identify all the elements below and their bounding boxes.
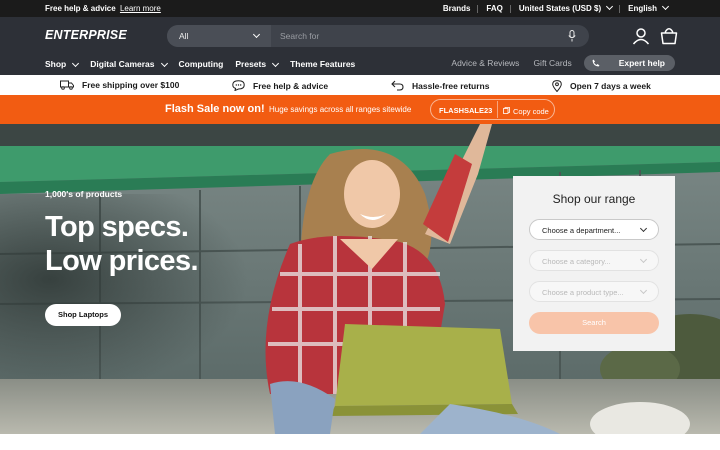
currency-selector[interactable]: United States (USD $) xyxy=(511,2,621,13)
hero-banner: 1,000's of products Top specs. Low price… xyxy=(0,124,720,434)
return-arrow-icon xyxy=(391,80,404,91)
usp-label: Free help & advice xyxy=(253,80,329,91)
range-search-button[interactable]: Search xyxy=(529,312,659,334)
search-category-select[interactable]: All xyxy=(167,25,271,47)
department-label: Choose a department... xyxy=(542,226,621,235)
expert-help-button[interactable]: Expert help xyxy=(583,55,675,71)
gift-cards-link[interactable]: Gift Cards xyxy=(533,58,571,68)
usp-label: Hassle-free returns xyxy=(412,80,490,91)
nav-item-digital-cameras[interactable]: Digital Cameras xyxy=(90,59,168,69)
chat-icon xyxy=(232,80,245,91)
location-pin-icon xyxy=(552,80,562,92)
page-below-hero xyxy=(0,434,720,450)
nav-item-presets[interactable]: Presets xyxy=(235,59,280,69)
nav-label: Computing xyxy=(178,59,224,69)
nav-item-shop[interactable]: Shop xyxy=(45,59,80,69)
usp-label: Open 7 days a week xyxy=(570,81,651,91)
currency-label: United States (USD $) xyxy=(518,4,602,13)
main-nav: Shop Digital Cameras Computing Presets T… xyxy=(45,59,367,69)
expert-help-label: Expert help xyxy=(618,58,665,68)
headline-line-1: Top specs. xyxy=(45,211,189,243)
language-label: English xyxy=(628,4,657,13)
chevron-down-icon xyxy=(72,59,80,67)
usp-item-shipping: Free shipping over $100 xyxy=(60,80,179,90)
learn-more-link[interactable]: Learn more xyxy=(120,4,161,13)
usp-bar: Free shipping over $100 Free help & advi… xyxy=(0,75,720,95)
product-count: 1,000's of products xyxy=(45,189,123,199)
chevron-down-icon xyxy=(606,2,614,11)
top-utility-bar: Free help & advice Learn more Brands FAQ… xyxy=(0,0,720,17)
discount-code-box: FLASHSALE23 Copy code xyxy=(430,99,555,120)
flash-sale-subtitle: Huge savings across all ranges sitewide xyxy=(269,105,412,114)
product-type-label: Choose a product type... xyxy=(542,288,624,297)
search-input[interactable] xyxy=(280,25,550,47)
secondary-nav: Advice & Reviews Gift Cards Expert help xyxy=(437,55,675,71)
usp-label: Free shipping over $100 xyxy=(82,80,180,90)
nav-item-theme-features[interactable]: Theme Features xyxy=(290,59,355,69)
chevron-down-icon xyxy=(639,224,648,233)
usp-item-returns: Hassle-free returns xyxy=(391,80,489,91)
chevron-down-icon xyxy=(661,2,670,11)
faq-link[interactable]: FAQ xyxy=(478,4,512,13)
nav-label: Digital Cameras xyxy=(90,59,155,69)
search-bar: All xyxy=(167,25,589,47)
phone-icon xyxy=(592,59,600,67)
range-title: Shop our range xyxy=(552,192,636,206)
nav-label: Presets xyxy=(235,59,267,69)
advice-reviews-link[interactable]: Advice & Reviews xyxy=(451,58,519,68)
copy-code-button[interactable]: Copy code xyxy=(497,101,549,118)
nav-label: Theme Features xyxy=(290,59,356,69)
chevron-down-icon xyxy=(272,59,280,67)
product-type-select[interactable]: Choose a product type... xyxy=(529,281,659,302)
language-selector[interactable]: English xyxy=(620,2,676,13)
site-logo[interactable]: ENTERPRISE xyxy=(45,28,127,42)
search-category-label: All xyxy=(179,31,189,41)
chevron-down-icon xyxy=(160,59,168,67)
department-select[interactable]: Choose a department... xyxy=(529,219,659,240)
user-icon[interactable] xyxy=(632,27,650,45)
copy-code-label: Copy code xyxy=(513,107,549,116)
flash-sale-title: Flash Sale now on! xyxy=(165,103,265,115)
chevron-down-icon xyxy=(639,255,648,264)
category-select[interactable]: Choose a category... xyxy=(529,250,659,271)
help-promo: Free help & advice Learn more xyxy=(45,4,161,13)
flash-sale-banner: Flash Sale now on! Huge savings across a… xyxy=(0,95,720,124)
chevron-down-icon xyxy=(252,30,261,39)
truck-icon xyxy=(60,80,74,90)
shopping-bag-icon[interactable] xyxy=(660,27,678,45)
category-label: Choose a category... xyxy=(542,257,611,266)
usp-item-help: Free help & advice xyxy=(232,80,328,91)
chevron-down-icon xyxy=(639,286,648,295)
site-header: ENTERPRISE All Shop Digital Cameras Comp… xyxy=(0,17,720,75)
usp-item-open: Open 7 days a week xyxy=(552,80,651,92)
brands-link[interactable]: Brands xyxy=(435,4,479,13)
nav-label: Shop xyxy=(45,59,67,69)
mic-icon[interactable] xyxy=(568,30,576,42)
nav-item-computing[interactable]: Computing xyxy=(179,59,224,69)
copy-icon xyxy=(503,107,510,114)
help-text: Free help & advice xyxy=(45,4,116,13)
shop-laptops-button[interactable]: Shop Laptops xyxy=(45,304,121,326)
utility-links: Brands FAQ United States (USD $) English xyxy=(435,2,676,13)
hero-headline: Top specs. Low prices. xyxy=(45,210,199,278)
shop-our-range-panel: Shop our range Choose a department... Ch… xyxy=(513,176,675,351)
discount-code: FLASHSALE23 xyxy=(439,106,493,115)
headline-line-2: Low prices. xyxy=(45,245,199,277)
